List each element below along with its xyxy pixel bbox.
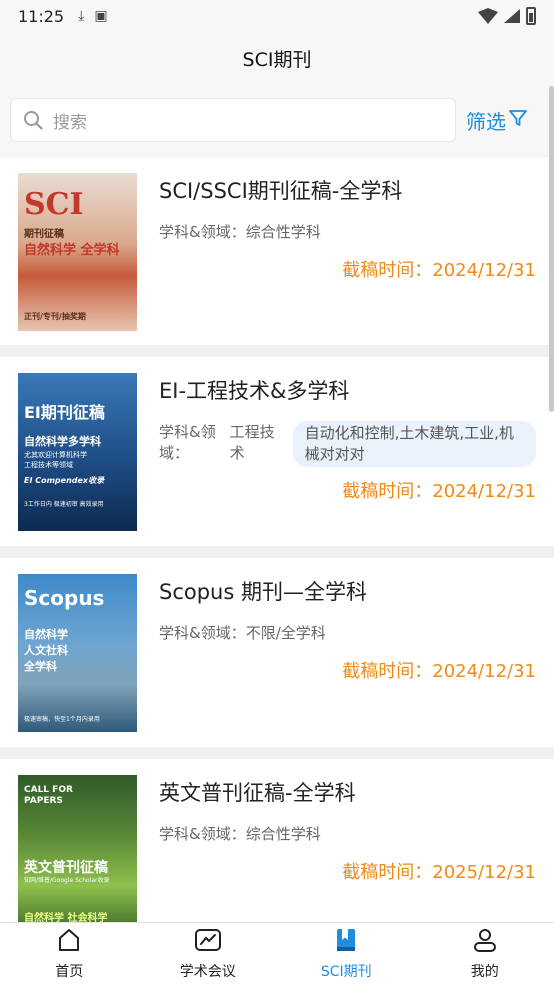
journal-cover-image: Scopus 自然科学 人文社科 全学科 极速审稿，快至1个月内录用 bbox=[18, 574, 137, 732]
search-input[interactable]: 搜索 bbox=[10, 98, 456, 142]
status-indicators bbox=[478, 7, 536, 25]
divider bbox=[0, 345, 554, 357]
cover-text: Scopus bbox=[24, 586, 105, 610]
field-value: 不限/全学科 bbox=[245, 624, 326, 642]
divider bbox=[0, 546, 554, 558]
bookmark-icon bbox=[333, 927, 359, 961]
tab-sci-journals[interactable]: SCI期刊 bbox=[277, 923, 416, 984]
cover-text: EI Compendex收录 bbox=[24, 476, 105, 485]
cover-text: 英文普刊征稿 bbox=[24, 860, 108, 876]
cover-text: CALL FOR PAPERS bbox=[24, 785, 73, 806]
cover-text: 极速审稿，快至1个月内录用 bbox=[24, 716, 100, 723]
cover-text: SCI bbox=[24, 187, 84, 222]
journal-deadline: 截稿时间：2024/12/31 bbox=[159, 657, 536, 683]
journal-info: Scopus 期刊—全学科 学科&领域： 不限/全学科 截稿时间：2024/12/… bbox=[159, 574, 536, 731]
journal-cover-image: CALL FOR PAPERS 英文普刊征稿 知网/维普/Google Scho… bbox=[18, 775, 137, 933]
field-label: 学科&领域： bbox=[159, 624, 246, 642]
field-label: 学科&领域： bbox=[159, 223, 246, 241]
filter-icon bbox=[506, 108, 528, 133]
cover-text: EI期刊征稿 bbox=[24, 403, 105, 422]
filter-button[interactable]: 筛选 bbox=[466, 106, 528, 135]
cover-text: 知网/维普/Google Scholar收录 bbox=[24, 877, 110, 884]
cover-text: 人文社科 bbox=[24, 644, 68, 657]
download-icon: ⤓ bbox=[78, 8, 85, 24]
status-bar: 11:25 ⤓ ▣ bbox=[0, 0, 554, 32]
journal-title: SCI/SSCI期刊征稿-全学科 bbox=[159, 179, 403, 203]
field-value: 综合性学科 bbox=[245, 825, 321, 843]
journal-field: 学科&领域： 综合性学科 bbox=[159, 221, 536, 242]
deadline-label: 截稿时间： bbox=[342, 481, 433, 502]
field-label: 学科&领域： bbox=[159, 423, 216, 462]
search-placeholder: 搜索 bbox=[53, 112, 87, 133]
home-icon bbox=[56, 927, 82, 961]
journal-cover-image: SCI 期刊征稿 自然科学 全学科 正刊/专刊/抽奖期 bbox=[18, 173, 137, 331]
tab-label: 首页 bbox=[55, 963, 84, 980]
signal-icon bbox=[504, 9, 520, 23]
journal-title: 英文普刊征稿-全学科 bbox=[159, 781, 356, 805]
tab-conferences[interactable]: 学术会议 bbox=[139, 923, 278, 984]
journal-card[interactable]: Scopus 自然科学 人文社科 全学科 极速审稿，快至1个月内录用 Scopu… bbox=[0, 558, 554, 747]
search-icon bbox=[23, 110, 43, 130]
journal-card[interactable]: EI期刊征稿 自然科学多学科 尤其欢迎计算机科学 工程技术等领域 EI Comp… bbox=[0, 357, 554, 546]
field-value: 综合性学科 bbox=[245, 223, 321, 241]
cover-text: 正刊/专刊/抽奖期 bbox=[24, 312, 86, 321]
journal-cover-image: EI期刊征稿 自然科学多学科 尤其欢迎计算机科学 工程技术等领域 EI Comp… bbox=[18, 373, 137, 531]
journal-title: EI-工程技术&多学科 bbox=[159, 379, 350, 403]
bottom-tab-bar: 首页 学术会议 SCI期刊 我的 bbox=[0, 922, 554, 984]
tab-profile[interactable]: 我的 bbox=[416, 923, 554, 984]
filter-label: 筛选 bbox=[466, 109, 506, 134]
tab-label: 我的 bbox=[470, 963, 499, 980]
status-time: 11:25 bbox=[18, 6, 65, 26]
cover-text: 工程技术等领域 bbox=[24, 461, 73, 469]
chart-icon bbox=[194, 927, 222, 961]
field-label: 学科&领域： bbox=[159, 825, 246, 843]
wifi-icon bbox=[478, 8, 498, 24]
app-header: SCI期刊 bbox=[0, 32, 554, 84]
deadline-value: 2024/12/31 bbox=[432, 481, 536, 502]
journal-field: 学科&领域： 不限/全学科 bbox=[159, 622, 536, 643]
cover-text: 自然科学 bbox=[24, 628, 68, 641]
journal-field: 学科&领域： 综合性学科 bbox=[159, 823, 536, 844]
cover-text: 自然科学 全学科 bbox=[24, 243, 120, 258]
tab-label: 学术会议 bbox=[179, 963, 236, 980]
user-icon bbox=[472, 927, 498, 961]
journal-deadline: 截稿时间：2024/12/31 bbox=[159, 477, 536, 503]
deadline-value: 2024/12/31 bbox=[432, 661, 536, 682]
journal-deadline: 截稿时间：2024/12/31 bbox=[159, 256, 536, 282]
deadline-label: 截稿时间： bbox=[342, 862, 433, 883]
journal-list: SCI 期刊征稿 自然科学 全学科 正刊/专刊/抽奖期 SCI/SSCI期刊征稿… bbox=[0, 157, 554, 948]
journal-info: EI-工程技术&多学科 学科&领域： 工程技术 自动化和控制,土木建筑,工业,机械… bbox=[159, 373, 537, 530]
deadline-value: 2025/12/31 bbox=[432, 862, 536, 883]
divider bbox=[0, 747, 554, 759]
cover-text: 3工作日内 极速初审 高效录用 bbox=[24, 501, 104, 508]
field-tag: 自动化和控制,土木建筑,工业,机械对对对 bbox=[292, 421, 537, 467]
search-row: 搜索 筛选 bbox=[0, 84, 554, 156]
cover-text: 尤其欢迎计算机科学 bbox=[24, 451, 87, 459]
journal-info: 英文普刊征稿-全学科 学科&领域： 综合性学科 截稿时间：2025/12/31 bbox=[159, 775, 536, 932]
cover-text: 全学科 bbox=[24, 660, 57, 673]
field-value: 工程技术 bbox=[229, 423, 275, 462]
scrollbar[interactable] bbox=[549, 86, 554, 412]
tab-label: SCI期刊 bbox=[320, 963, 372, 980]
journal-info: SCI/SSCI期刊征稿-全学科 学科&领域： 综合性学科 截稿时间：2024/1… bbox=[159, 173, 536, 329]
deadline-value: 2024/12/31 bbox=[432, 260, 536, 281]
journal-deadline: 截稿时间：2025/12/31 bbox=[159, 858, 536, 884]
cover-text: 期刊征稿 bbox=[24, 229, 64, 240]
tab-home[interactable]: 首页 bbox=[0, 923, 139, 984]
deadline-label: 截稿时间： bbox=[342, 661, 433, 682]
journal-field: 学科&领域： 工程技术 自动化和控制,土木建筑,工业,机械对对对 bbox=[159, 421, 537, 467]
journal-title: Scopus 期刊—全学科 bbox=[159, 580, 367, 604]
page-title: SCI期刊 bbox=[242, 48, 312, 71]
journal-card[interactable]: SCI 期刊征稿 自然科学 全学科 正刊/专刊/抽奖期 SCI/SSCI期刊征稿… bbox=[0, 157, 554, 345]
journal-card[interactable]: CALL FOR PAPERS 英文普刊征稿 知网/维普/Google Scho… bbox=[0, 759, 554, 948]
a-icon: ▣ bbox=[94, 8, 108, 24]
battery-icon bbox=[526, 7, 536, 25]
cover-text: 自然科学多学科 bbox=[24, 435, 101, 448]
deadline-label: 截稿时间： bbox=[342, 260, 433, 281]
